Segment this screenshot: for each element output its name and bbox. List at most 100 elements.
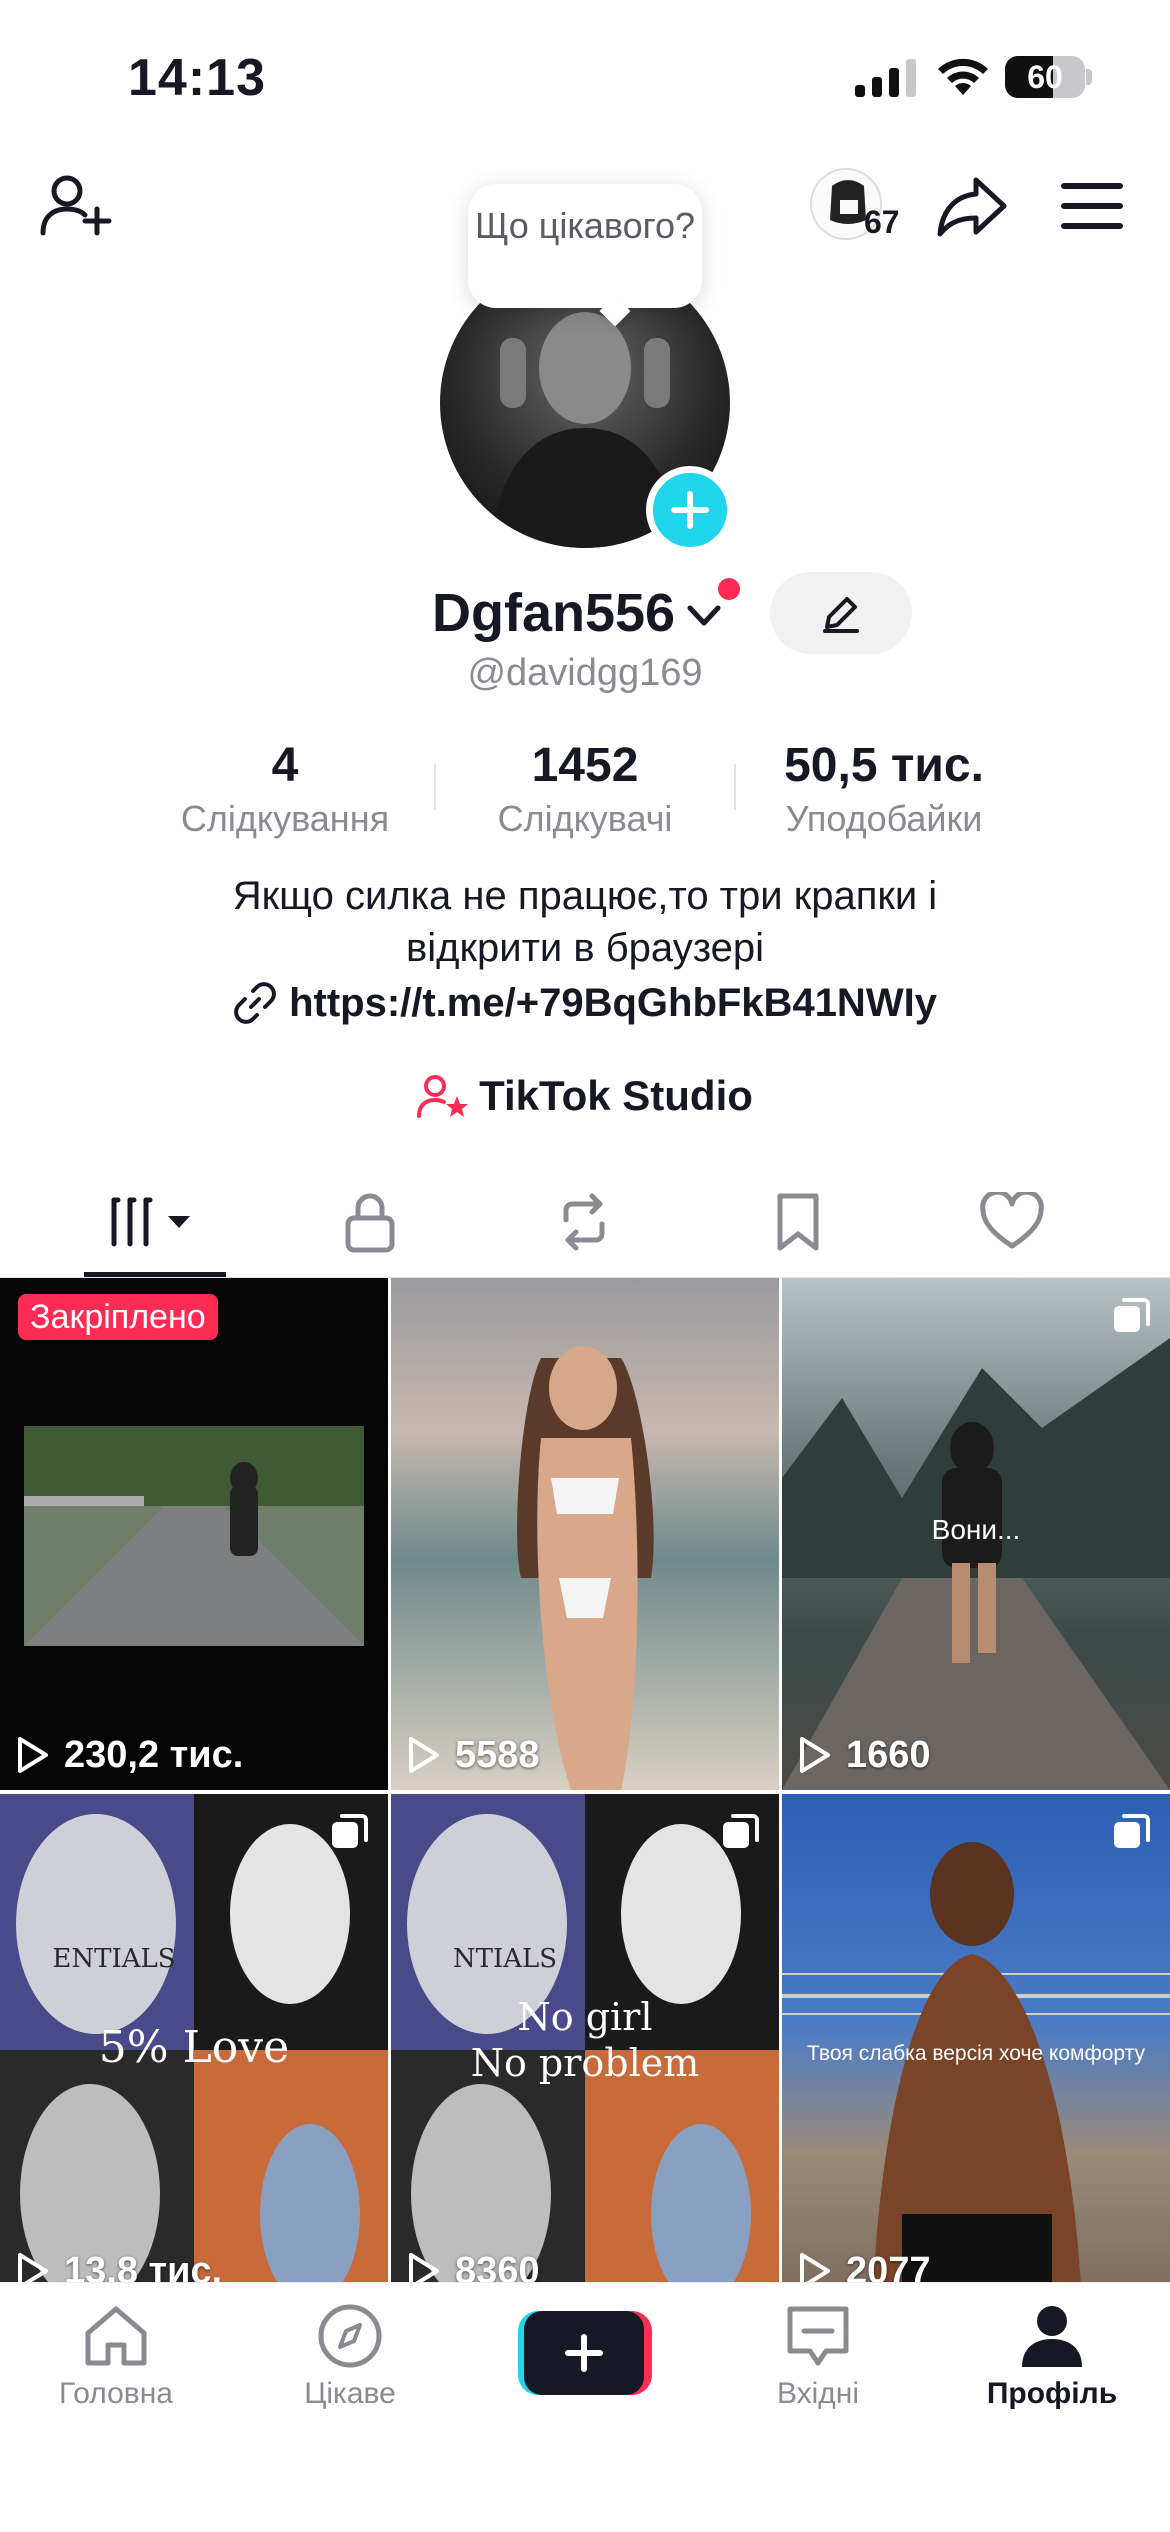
multi-photo-icon — [723, 1814, 759, 1848]
view-count: 13,8 тис. — [16, 2246, 222, 2282]
video-tile[interactable]: ENTIALS 5% Love 13,8 тис. — [0, 1794, 388, 2282]
view-count: 230,2 тис. — [16, 1730, 243, 1780]
play-icon — [409, 2253, 439, 2282]
pinned-badge: Закріплено — [18, 1294, 218, 1340]
bookmark-icon — [777, 1193, 819, 1251]
view-count-text: 5588 — [455, 1733, 540, 1776]
menu-button[interactable] — [1050, 166, 1134, 246]
home-icon — [85, 2306, 147, 2366]
video-grid: Закріплено 230,2 тис. 5588 Вони... 1660 … — [0, 1278, 1170, 2282]
pencil-icon — [823, 597, 859, 633]
play-icon — [18, 2253, 48, 2282]
compass-icon — [318, 2304, 382, 2368]
profile-tabs — [0, 1168, 1170, 1278]
video-caption: No girl No problem — [391, 1994, 779, 2086]
tab-private[interactable] — [258, 1168, 482, 1276]
video-thumbnail — [517, 1346, 654, 1790]
add-story-button[interactable] — [646, 466, 734, 554]
view-count-text: 8360 — [455, 2249, 540, 2283]
add-user-icon — [40, 175, 112, 236]
tab-videos[interactable] — [44, 1168, 268, 1276]
view-count-text: 2077 — [846, 2249, 931, 2283]
edit-profile-button[interactable] — [770, 572, 912, 654]
status-bar: 14:13 60 — [0, 0, 1170, 150]
stat-likes[interactable]: 50,5 тис. Уподобайки — [754, 736, 1014, 842]
stat-label: Слідкування — [180, 798, 390, 839]
stat-divider — [434, 764, 436, 810]
view-count-text: 13,8 тис. — [64, 2249, 223, 2283]
nav-label: Вхідні — [776, 2377, 860, 2410]
video-tile[interactable]: NTIALS No girl No problem 8360 — [391, 1794, 779, 2282]
add-friend-button[interactable] — [32, 166, 122, 246]
view-count: 8360 — [407, 2246, 540, 2282]
play-icon — [409, 1737, 439, 1773]
visitors-count: 67 — [864, 204, 900, 240]
share-profile-button[interactable] — [930, 166, 1014, 246]
multi-photo-icon — [1114, 1298, 1150, 1332]
display-name[interactable]: Dgfan556 — [432, 578, 675, 648]
wifi-icon — [938, 58, 988, 95]
view-count-text: 230,2 тис. — [64, 1733, 244, 1776]
view-count: 5588 — [407, 1730, 540, 1780]
view-count-text: 1660 — [846, 1733, 931, 1776]
tiktok-studio-link[interactable]: TikTok Studio — [0, 1068, 1170, 1124]
nav-label: Профіль — [986, 2377, 1118, 2410]
stat-value: 1452 — [531, 739, 639, 792]
video-tile[interactable]: Твоя слабка версія хоче комфорту 2077 — [782, 1794, 1170, 2282]
video-caption: Вони... — [931, 1514, 1021, 1545]
studio-label: TikTok Studio — [479, 1072, 753, 1119]
plus-icon — [565, 2334, 603, 2372]
video-thumbnail — [24, 1426, 364, 1646]
active-tab-indicator — [84, 1272, 226, 1277]
nav-discover[interactable]: Цікаве — [250, 2301, 450, 2431]
display-name-row: Dgfan556 — [0, 578, 1170, 648]
battery-indicator: 60 — [1005, 56, 1092, 98]
stat-followers[interactable]: 1452 Слідкувачі — [460, 736, 710, 842]
view-count: 2077 — [798, 2246, 931, 2282]
bottom-navigation: Головна Цікаве Вхідні Профіль — [0, 2282, 1170, 2532]
profile-stats: 4 Слідкування 1452 Слідкувачі 50,5 тис. … — [0, 736, 1170, 846]
nav-inbox[interactable]: Вхідні — [718, 2301, 918, 2431]
video-grid-icon — [111, 1197, 190, 1247]
nav-home[interactable]: Головна — [16, 2301, 216, 2431]
view-count: 1660 — [798, 1730, 931, 1780]
hoodie-text: ENTIALS — [52, 1944, 176, 1974]
nav-label: Головна — [59, 2377, 173, 2410]
bio-link[interactable]: https://t.me/+79BqGhbFkB41NWIy — [0, 975, 1170, 1031]
hamburger-menu-icon — [1061, 183, 1123, 229]
video-tile[interactable]: 5588 — [391, 1278, 779, 1790]
status-time: 14:13 — [128, 49, 266, 107]
stat-divider — [734, 764, 736, 810]
stat-label: Уподобайки — [785, 798, 983, 839]
create-button[interactable] — [518, 2311, 652, 2395]
bio-line: Якщо силка не працює,то три крапки і — [232, 874, 938, 918]
hoodie-text: NTIALS — [452, 1944, 558, 1974]
nav-profile[interactable]: Профіль — [952, 2301, 1152, 2431]
profile-bio: Якщо силка не працює,то три крапки і від… — [0, 870, 1170, 974]
tab-reposts[interactable] — [472, 1168, 696, 1276]
bio-link-text: https://t.me/+79BqGhbFkB41NWIy — [289, 980, 937, 1025]
cellular-signal-icon — [855, 59, 916, 97]
video-thumbnail — [782, 1842, 1170, 2282]
nav-label: Цікаве — [304, 2377, 396, 2410]
tab-liked[interactable] — [900, 1168, 1124, 1276]
stat-label: Слідкувачі — [497, 798, 673, 839]
inbox-icon — [787, 2306, 849, 2366]
chevron-down-icon[interactable] — [684, 596, 724, 636]
caption-line: No girl — [517, 1995, 653, 2039]
video-caption: 5% Love — [98, 2022, 290, 2073]
stat-following[interactable]: 4 Слідкування — [160, 736, 410, 842]
lock-icon — [345, 1193, 395, 1253]
multi-photo-icon — [332, 1814, 368, 1848]
play-icon — [18, 1737, 48, 1773]
share-icon — [937, 177, 1007, 237]
whats-new-bubble[interactable]: Що цікавого? — [468, 184, 702, 308]
video-tile[interactable]: Вони... 1660 — [782, 1278, 1170, 1790]
tab-favorites[interactable] — [686, 1168, 910, 1276]
profile-visitors-button[interactable]: 67 — [810, 164, 910, 248]
repost-icon — [563, 1193, 605, 1251]
video-tile[interactable]: Закріплено 230,2 тис. — [0, 1278, 388, 1790]
battery-percent: 60 — [1027, 59, 1063, 95]
stat-value: 4 — [271, 739, 299, 792]
video-caption: Твоя слабка версія хоче комфорту — [807, 2042, 1145, 2065]
